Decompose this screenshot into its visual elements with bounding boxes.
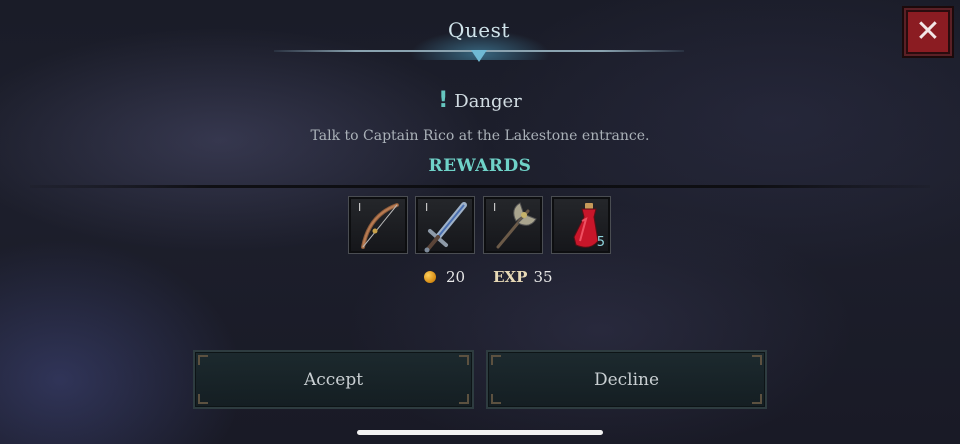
battle-axe-icon — [496, 202, 537, 249]
rewards-divider — [30, 185, 930, 188]
greatsword-icon — [424, 202, 467, 253]
decline-button[interactable]: Decline — [486, 350, 767, 409]
reward-slot-greatsword[interactable]: Ⅰ — [415, 196, 475, 254]
reward-slot-battle-axe[interactable]: Ⅰ — [483, 196, 543, 254]
gold-coin-icon — [424, 271, 436, 283]
quest-header: Quest — [270, 0, 688, 64]
home-indicator[interactable] — [357, 430, 603, 435]
reward-slot-bow[interactable]: Ⅰ — [348, 196, 408, 254]
accept-label: Accept — [303, 369, 364, 390]
reward-slot-potion[interactable]: 5 — [551, 196, 611, 254]
decline-label: Decline — [593, 369, 660, 390]
exclamation-icon: ! — [438, 88, 449, 113]
header-notch-icon — [471, 50, 487, 62]
quest-description: Talk to Captain Rico at the Lakestone en… — [310, 128, 650, 144]
reward-summary: 20 EXP 35 — [424, 267, 553, 287]
accept-button[interactable]: Accept — [193, 350, 474, 409]
danger-label: Danger — [454, 91, 522, 112]
exp-label: EXP — [493, 268, 528, 286]
page-title: Quest — [448, 18, 510, 42]
item-quantity: 5 — [596, 235, 605, 250]
close-button[interactable]: ✕ — [904, 8, 952, 56]
exp-amount: 35 — [533, 268, 553, 286]
danger-heading: ! Danger — [0, 88, 960, 113]
gold-amount: 20 — [446, 268, 466, 286]
close-icon: ✕ — [915, 14, 941, 49]
rewards-title: REWARDS — [428, 156, 532, 176]
bow-icon — [361, 203, 399, 249]
